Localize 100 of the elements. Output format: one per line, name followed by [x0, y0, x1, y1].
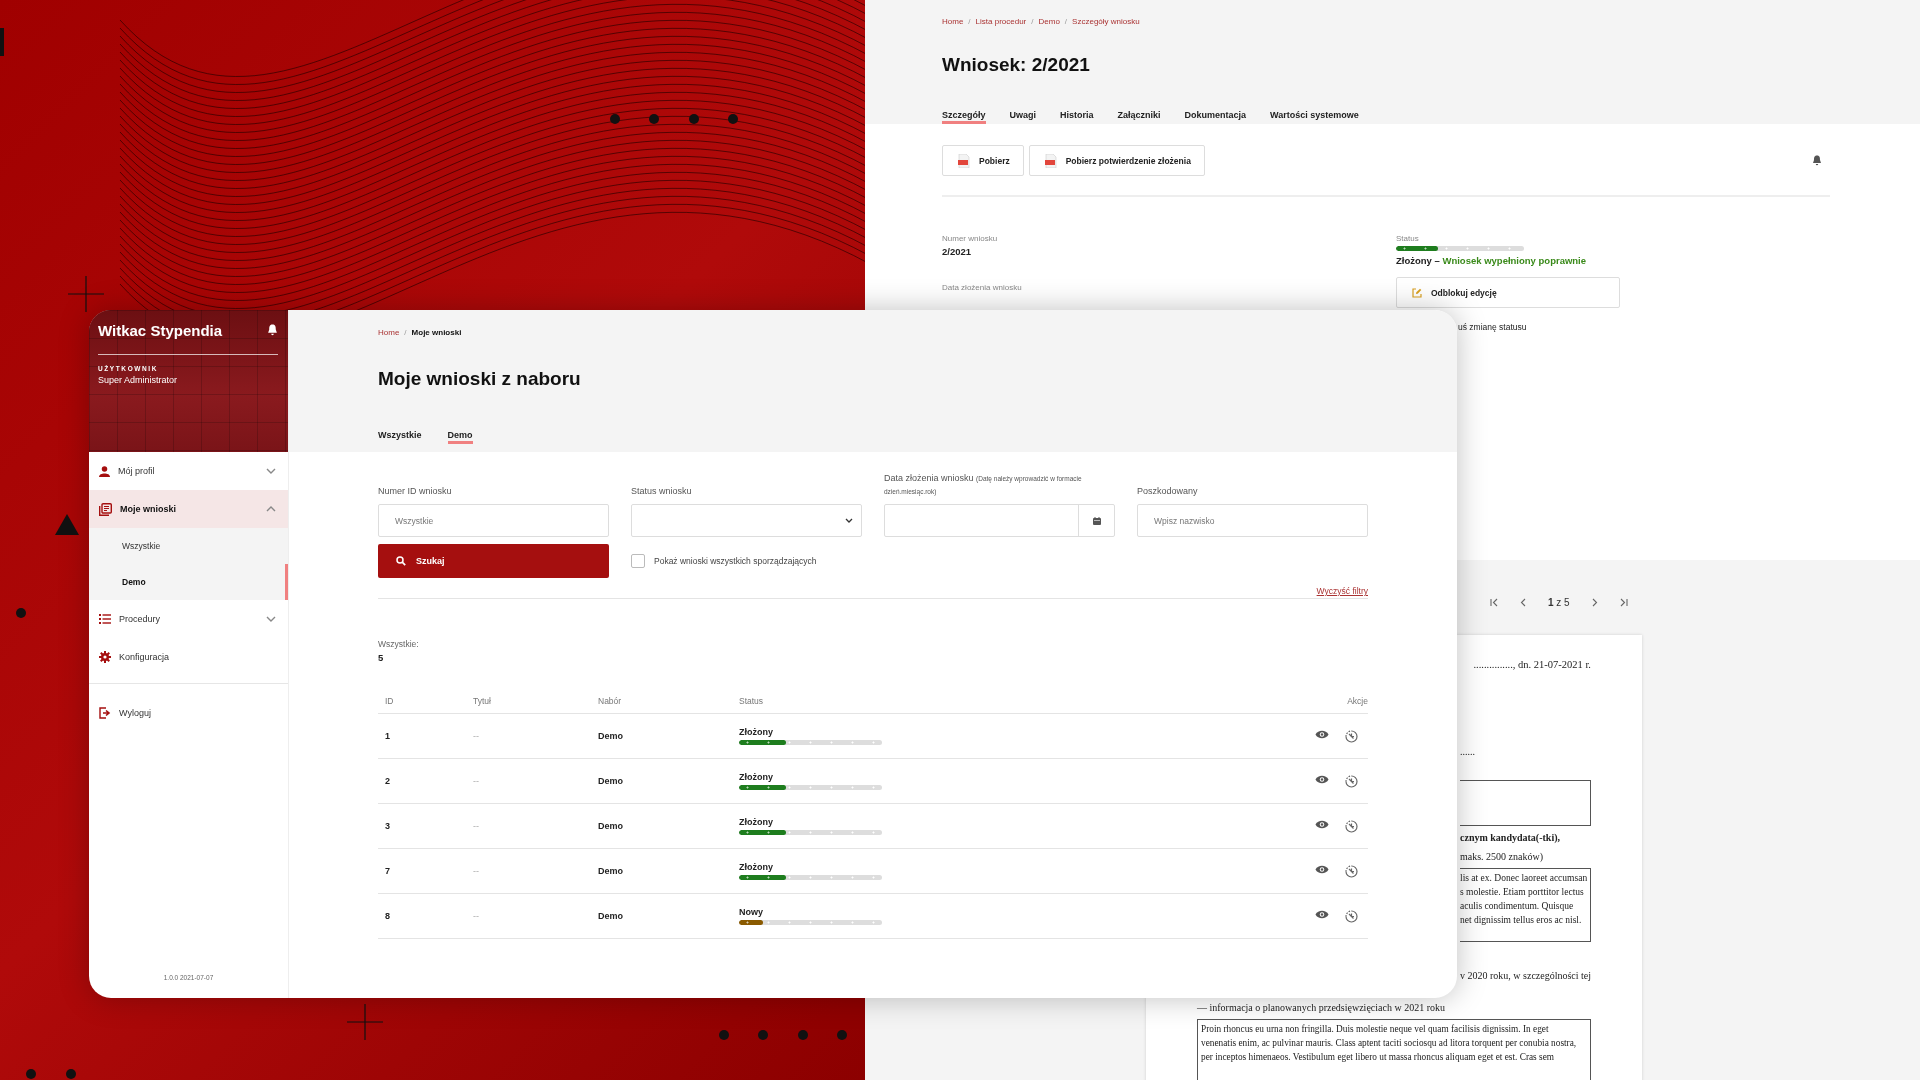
calendar-icon[interactable] [1092, 516, 1101, 525]
date-field[interactable] [884, 504, 1115, 537]
tab[interactable]: Dokumentacja [1184, 106, 1247, 124]
unlock-button[interactable]: Odblokuj edycję [1396, 277, 1620, 308]
status-change-link[interactable]: uś zmianę statusu [1458, 322, 1527, 332]
table-cell: 3 [385, 821, 390, 831]
search-button[interactable]: Szukaj [378, 544, 609, 578]
dot [728, 114, 738, 124]
clear-filters-link[interactable]: Wyczyść filtry [1316, 586, 1368, 596]
page-indicator: 1 z 5 [1548, 596, 1570, 608]
table-cell: Demo [598, 776, 623, 786]
user-name: Super Administrator [98, 375, 179, 385]
table-cell: -- [473, 911, 479, 921]
document-date: ..............., dn. 21-07-2021 r. [1472, 659, 1591, 671]
tab[interactable]: Historia [1060, 106, 1094, 124]
status-label: Złożony [739, 862, 774, 872]
breadcrumb-current: Moje wnioski [411, 327, 462, 337]
menu-item[interactable]: Procedury [89, 600, 288, 638]
breadcrumb-link[interactable]: Home [378, 327, 400, 337]
menu-item[interactable]: Moje wnioski [89, 490, 288, 528]
gear-icon [99, 651, 111, 663]
breadcrumb-link[interactable]: Lista procedur [975, 16, 1027, 26]
dot [649, 114, 659, 124]
page-title: Moje wnioski z naboru [378, 367, 582, 391]
dot [837, 1030, 847, 1040]
dot [26, 1069, 36, 1079]
column-header: Nabór [598, 696, 622, 706]
checkbox[interactable] [631, 554, 645, 568]
document-text: — informacja o planowanych przedsięwzięciach w 2021 roku [1197, 1002, 1446, 1013]
history-icon[interactable] [1345, 864, 1358, 878]
menu-item[interactable]: Konfiguracja [89, 638, 288, 676]
table-cell: Demo [598, 731, 623, 741]
dot [689, 114, 699, 124]
text-field[interactable]: Wszystkie [378, 504, 609, 537]
status-label: Złożony [739, 772, 774, 782]
plus-mark [346, 1003, 384, 1041]
tab[interactable]: Demo [447, 426, 473, 444]
table-cell: -- [473, 776, 479, 786]
submenu-item[interactable]: Wszystkie [89, 528, 288, 564]
breadcrumb-link[interactable]: Szczegóły wniosku [1072, 16, 1140, 26]
tab[interactable]: Załączniki [1117, 106, 1161, 124]
table-cell: 8 [385, 911, 390, 921]
last-page-button[interactable] [1618, 597, 1628, 607]
document-text: maks. 2500 znaków) [1460, 851, 1545, 862]
text-field[interactable]: Wpisz nazwisko [1137, 504, 1368, 537]
status-text: Złożony – Wniosek wypełniony poprawnie [1396, 255, 1588, 266]
history-icon[interactable] [1345, 774, 1358, 788]
column-header: Akcje [1347, 696, 1368, 706]
field-value: 2/2021 [942, 246, 973, 257]
document-text: v 2020 roku, w szczególności tej [1460, 970, 1591, 981]
count-label: Wszystkie: [378, 639, 420, 649]
triangle-mark [55, 514, 79, 535]
table-cell: -- [473, 866, 479, 876]
previous-page-button[interactable] [1519, 597, 1528, 607]
history-icon[interactable] [1345, 819, 1358, 833]
breadcrumb-link[interactable]: Home [942, 16, 964, 26]
tab[interactable]: Szczegóły [942, 106, 986, 124]
bell-icon[interactable] [267, 324, 278, 336]
status-label: Złożony [739, 727, 774, 737]
pdf-file-icon [958, 153, 970, 168]
edge-mark [0, 28, 4, 56]
history-icon[interactable] [1345, 729, 1358, 743]
column-header: Status [739, 696, 764, 706]
breadcrumb-separator: / [1031, 16, 1034, 26]
table-cell: Demo [598, 821, 623, 831]
app-title: Witkac Stypendia [98, 321, 223, 339]
dotted-line: ...... [1460, 746, 1476, 757]
download-button[interactable]: Pobierz potwierdzenie złożenia [1028, 145, 1205, 176]
field-label: Numer ID wniosku [378, 485, 453, 498]
table-cell: -- [473, 731, 479, 741]
download-button[interactable]: Pobierz [942, 145, 1024, 176]
bell-icon[interactable] [1812, 155, 1822, 166]
list-icon [99, 614, 111, 624]
submenu-item[interactable]: Demo [89, 564, 288, 600]
status-label: Nowy [739, 907, 764, 917]
first-page-button[interactable] [1490, 597, 1499, 607]
person-icon [99, 465, 110, 477]
menu-item[interactable]: Mój profil [89, 452, 288, 490]
tab[interactable]: Wartości systemowe [1270, 106, 1359, 124]
tab[interactable]: Wszystkie [378, 426, 422, 444]
dot [66, 1069, 76, 1079]
page-title: Wniosek: 2/2021 [942, 53, 1091, 77]
field-label: Poszkodowany [1137, 485, 1199, 498]
logout-item[interactable]: Wyloguj [89, 694, 288, 732]
breadcrumb-link[interactable]: Demo [1038, 16, 1060, 26]
history-icon[interactable] [1345, 909, 1358, 923]
dot [798, 1030, 808, 1040]
select-field[interactable] [631, 504, 862, 537]
column-header: Tytuł [473, 696, 491, 706]
table-cell: Demo [598, 911, 623, 921]
dot [16, 608, 26, 618]
dot [758, 1030, 768, 1040]
document-heading: cznym kandydata(-tki), [1460, 832, 1561, 843]
tab[interactable]: Uwagi [1009, 106, 1037, 124]
table-cell: -- [473, 821, 479, 831]
plus-mark [67, 275, 105, 313]
field-label: Status [1396, 234, 1420, 243]
dot [610, 114, 620, 124]
table-cell: 7 [385, 866, 390, 876]
table-cell: Demo [598, 866, 623, 876]
